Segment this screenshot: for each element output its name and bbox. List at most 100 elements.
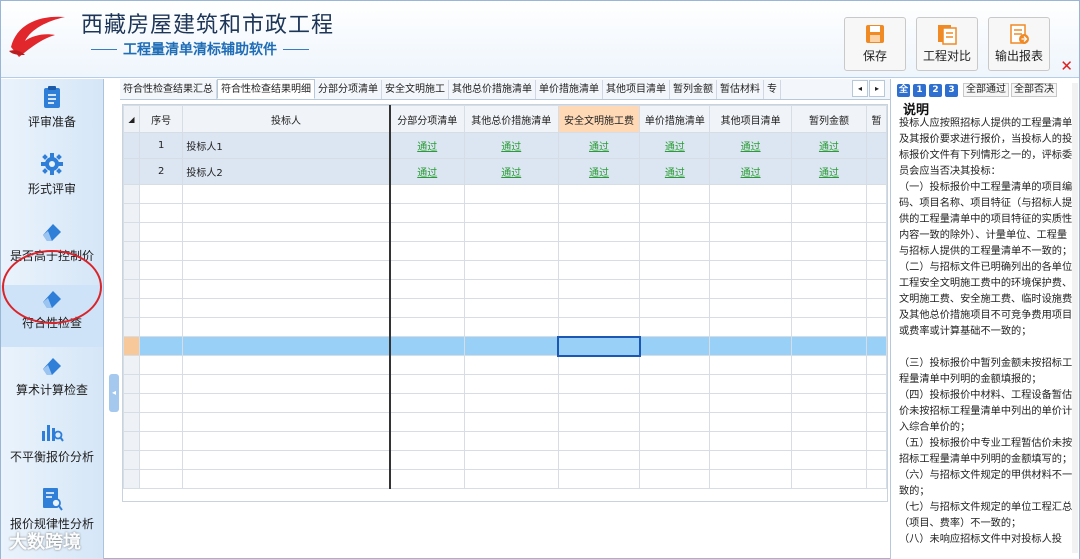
page-3-button[interactable]: 3 (945, 83, 958, 97)
pass-link[interactable]: 通过 (790, 132, 868, 159)
grid-cell[interactable] (790, 279, 868, 299)
row-header[interactable] (123, 450, 140, 470)
empty-table-row[interactable] (123, 355, 887, 375)
grid-cell[interactable] (709, 317, 792, 337)
grid-cell[interactable] (557, 450, 641, 470)
grid-cell[interactable] (463, 317, 559, 337)
grid-cell[interactable] (709, 374, 792, 394)
grid-cell[interactable] (138, 222, 184, 242)
grid-cell[interactable] (709, 203, 792, 223)
pass-link[interactable]: 通过 (709, 132, 792, 159)
tab-provisional-material[interactable]: 暂估材料 (717, 80, 764, 99)
grid-cell[interactable] (639, 279, 711, 299)
pass-link[interactable]: 通过 (790, 158, 868, 185)
grid-cell[interactable] (866, 450, 887, 470)
row-header[interactable] (123, 298, 140, 318)
pass-link[interactable]: 通过 (463, 158, 559, 185)
grid-cell[interactable] (182, 431, 391, 451)
grid-cell[interactable] (639, 450, 711, 470)
grid-cell[interactable] (182, 260, 391, 280)
grid-cell[interactable] (866, 203, 887, 223)
row-header[interactable] (123, 132, 140, 159)
grid-cell[interactable] (866, 260, 887, 280)
pass-link[interactable]: 通过 (639, 132, 711, 159)
export-report-button[interactable]: 输出报表 (988, 17, 1050, 71)
grid-cell[interactable] (709, 393, 792, 413)
tab-other-items[interactable]: 其他项目清单 (603, 80, 670, 99)
pass-link[interactable]: 通过 (463, 132, 559, 159)
sidebar-item-above-control-price[interactable]: 是否高于控制价 (1, 218, 103, 280)
pass-link[interactable]: 通过 (557, 132, 641, 159)
grid-cell[interactable] (138, 412, 184, 432)
grid-cell[interactable] (790, 241, 868, 261)
grid-cell[interactable] (866, 412, 887, 432)
grid-cell[interactable] (389, 260, 465, 280)
sidebar-item-unbalanced-bid-analysis[interactable]: 不平衡报价分析 (1, 419, 103, 481)
grid-cell[interactable] (639, 374, 711, 394)
grid-cell[interactable] (709, 469, 792, 489)
grid-cell[interactable] (463, 374, 559, 394)
page-2-button[interactable]: 2 (929, 83, 942, 97)
grid-cell[interactable] (557, 279, 641, 299)
pass-link[interactable]: 通过 (709, 158, 792, 185)
empty-table-row[interactable] (123, 241, 887, 261)
grid-cell[interactable] (709, 279, 792, 299)
grid-cell[interactable] (866, 336, 887, 356)
grid-cell[interactable] (138, 393, 184, 413)
grid-cell[interactable] (639, 203, 711, 223)
grid-corner-icon[interactable]: ◢ (123, 105, 140, 133)
grid-cell[interactable] (138, 374, 184, 394)
column-header[interactable]: 投标人 (182, 105, 391, 133)
column-header[interactable]: 单价措施清单 (639, 105, 711, 133)
grid-cell[interactable] (639, 184, 711, 204)
grid-cell[interactable] (138, 184, 184, 204)
grid-cell[interactable] (138, 317, 184, 337)
grid-cell[interactable] (138, 260, 184, 280)
grid-cell[interactable] (389, 374, 465, 394)
grid-cell[interactable] (709, 222, 792, 242)
grid-cell[interactable] (389, 184, 465, 204)
grid-cell[interactable] (709, 298, 792, 318)
grid-cell[interactable] (463, 203, 559, 223)
tab-unit-price-measures[interactable]: 单价措施清单 (536, 80, 603, 99)
column-header[interactable]: 序号 (138, 105, 184, 133)
grid-cell[interactable] (389, 241, 465, 261)
tab-scroll-right-icon[interactable]: ▸ (869, 80, 885, 97)
grid-cell[interactable] (182, 355, 391, 375)
grid-cell[interactable] (182, 241, 391, 261)
grid-cell[interactable] (557, 260, 641, 280)
grid-cell[interactable] (463, 412, 559, 432)
empty-table-row[interactable] (123, 469, 887, 489)
grid-cell[interactable] (866, 132, 887, 159)
grid-cell[interactable] (790, 222, 868, 242)
grid-cell[interactable] (557, 317, 641, 337)
grid-cell[interactable] (389, 336, 465, 356)
tab-other-total-measures[interactable]: 其他总价措施清单 (449, 80, 536, 99)
grid-cell[interactable] (709, 450, 792, 470)
grid-cell[interactable] (557, 374, 641, 394)
grid-cell[interactable] (138, 450, 184, 470)
grid-cell[interactable] (639, 469, 711, 489)
grid-cell[interactable] (639, 222, 711, 242)
row-header[interactable] (123, 317, 140, 337)
grid-cell[interactable] (463, 184, 559, 204)
empty-table-row[interactable] (123, 279, 887, 299)
grid-cell[interactable] (463, 336, 559, 356)
tab-compliance-summary[interactable]: 符合性检查结果汇总 (120, 80, 217, 99)
grid-cell[interactable] (639, 298, 711, 318)
row-header[interactable] (123, 355, 140, 375)
grid-cell[interactable] (866, 298, 887, 318)
grid-cell[interactable] (389, 298, 465, 318)
grid-cell[interactable] (182, 336, 391, 356)
sidebar-item-price-regularity-analysis[interactable]: 报价规律性分析 (1, 486, 103, 548)
grid-cell[interactable] (709, 241, 792, 261)
row-header[interactable] (123, 222, 140, 242)
grid-cell[interactable] (138, 355, 184, 375)
row-header[interactable] (123, 241, 140, 261)
grid-cell[interactable] (138, 431, 184, 451)
grid-cell[interactable] (182, 374, 391, 394)
grid-cell[interactable] (866, 184, 887, 204)
collapse-sidebar-handle[interactable]: ◂ (109, 374, 119, 412)
grid-cell[interactable] (866, 241, 887, 261)
grid-cell[interactable] (389, 469, 465, 489)
